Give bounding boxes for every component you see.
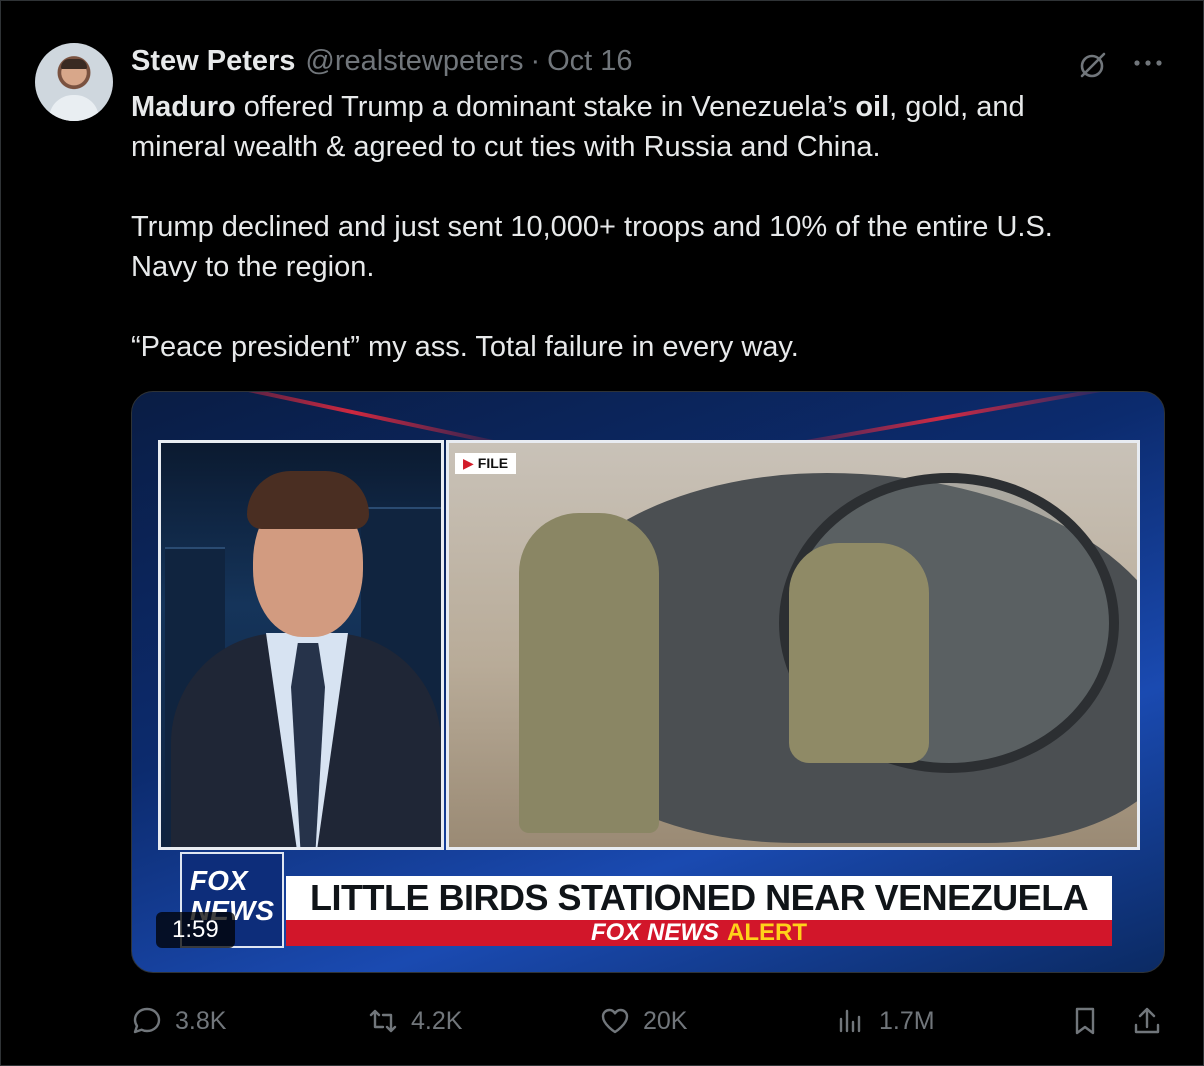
avatar-hair [61, 59, 87, 69]
bookmark-button[interactable] [1069, 1001, 1113, 1041]
tweet-card[interactable]: Stew Peters @realstewpeters · Oct 16 Mad… [0, 0, 1204, 1066]
tweet-bold-maduro[interactable]: Maduro [131, 91, 236, 123]
avatar[interactable] [35, 43, 113, 121]
views-icon [839, 1009, 861, 1033]
tweet-bold-oil[interactable]: oil [855, 91, 889, 123]
tweet-text: Maduro offered Trump a dominant stake in… [131, 87, 1141, 367]
tweet-text-part-1: offered Trump a dominant stake in Venezu… [235, 91, 856, 123]
like-count: 20K [643, 1006, 688, 1035]
file-tag-label: FILE [477, 455, 509, 471]
alert-word: ALERT [727, 919, 807, 946]
file-tag: ▶ FILE [455, 453, 517, 474]
alert-bar: FOX NEWS ALERT [286, 919, 1112, 946]
headline: LITTLE BIRDS STATIONED NEAR VENEZUELA [310, 877, 1089, 918]
tweet-date[interactable]: Oct 16 [547, 45, 632, 78]
headline-bar: LITTLE BIRDS STATIONED NEAR VENEZUELA [286, 876, 1112, 920]
repost-icon [369, 1009, 397, 1033]
soldier [519, 513, 659, 833]
alert-fox-label: FOX NEWS [590, 919, 719, 946]
play-triangle-icon: ▶ [463, 455, 474, 471]
anchor-hair [247, 471, 369, 529]
footage-panel: ▶ FILE [446, 440, 1140, 850]
repost-count: 4.2K [411, 1006, 463, 1035]
tweet-text-part-2: , gold, and mineral wealth & agreed to c… [131, 91, 1053, 363]
like-icon [601, 1008, 629, 1034]
views-count: 1.7M [879, 1006, 935, 1035]
views-button[interactable]: 1.7M [835, 1001, 935, 1041]
share-button[interactable] [1131, 1001, 1175, 1041]
video-duration: 1:59 [156, 912, 235, 948]
bookmark-icon [1075, 1007, 1095, 1035]
reply-icon [133, 1007, 161, 1034]
header-separator: · [530, 45, 541, 77]
avatar-shirt [49, 95, 99, 121]
lower-third: FOX NEWS LITTLE BIRDS STATIONED NEAR VEN… [158, 852, 1114, 948]
reply-button[interactable]: 3.8K [131, 1001, 226, 1041]
soldier [789, 543, 929, 763]
like-button[interactable]: 20K [599, 1001, 687, 1041]
more-icon[interactable] [1131, 51, 1165, 75]
tweet-header: Stew Peters @realstewpeters · Oct 16 [131, 45, 633, 81]
repost-button[interactable]: 4.2K [367, 1001, 462, 1041]
author-name[interactable]: Stew Peters [131, 45, 295, 78]
anchor-panel [158, 440, 444, 850]
share-icon [1134, 1007, 1160, 1034]
action-bar: 3.8K 4.2K 20K 1.7M [131, 1001, 1165, 1041]
video-player[interactable]: ▶ FILE FOX NEWS LITTLE BIRDS STATIONED NE… [131, 391, 1165, 973]
author-handle[interactable]: @realstewpeters [305, 45, 523, 78]
grok-icon[interactable] [1077, 49, 1109, 81]
reply-count: 3.8K [175, 1006, 227, 1035]
